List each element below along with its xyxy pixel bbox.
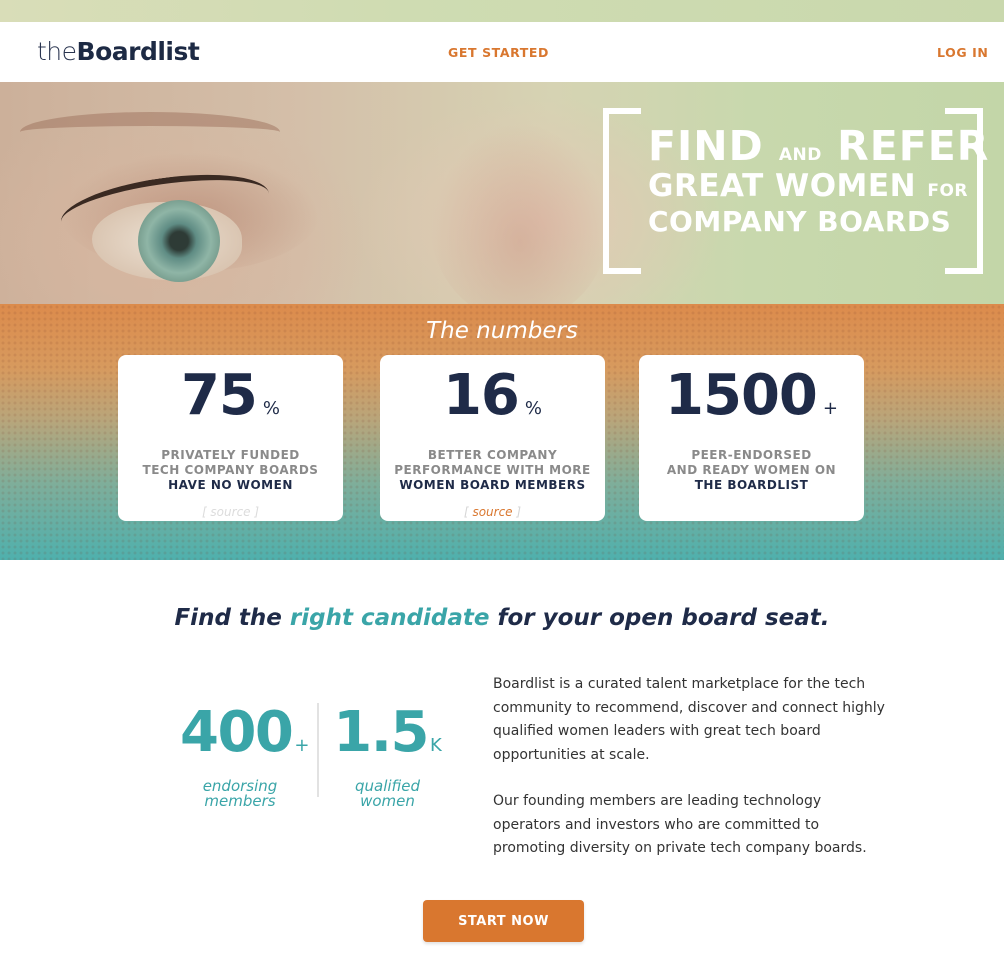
stat-card-line: PEER-ENDORSED: [691, 448, 812, 462]
hero-for: FOR: [927, 181, 968, 201]
source-link-faint[interactable]: [ source ]: [202, 505, 259, 519]
tagline-post: for your open board seat.: [497, 605, 830, 631]
hero-great-women: GREAT WOMEN: [648, 168, 917, 204]
numbers-section: The numbers 75% PRIVATELY FUNDED TECH CO…: [0, 304, 1004, 560]
hero-headline: FIND AND REFER GREAT WOMEN FOR COMPANY B…: [648, 126, 988, 238]
stat-value: 1.5 K: [330, 700, 445, 779]
hero-face-shade: [430, 122, 610, 304]
stat-card-caption: PEER-ENDORSED AND READY WOMEN ON THE BOA…: [639, 448, 864, 493]
source-bracket-close: ]: [516, 505, 522, 519]
stat-card-source: [ source ]: [380, 505, 605, 519]
stat-card-line: PRIVATELY FUNDED: [161, 448, 300, 462]
logo-light-text: the: [37, 37, 77, 66]
hero-bracket-left: [603, 108, 641, 274]
navbar: theBoardlist GET STARTED LOG IN: [0, 22, 1004, 82]
stat-suffix: K: [429, 735, 442, 756]
description: Boardlist is a curated talent marketplac…: [493, 673, 893, 884]
stat-card-number: 75: [180, 363, 258, 428]
stat-qualified-women: 1.5 K qualified women: [330, 700, 445, 809]
hero-find: FIND: [648, 122, 764, 170]
stat-card-suffix: %: [262, 398, 281, 419]
stat-label: women: [360, 792, 415, 810]
description-paragraph-1: Boardlist is a curated talent marketplac…: [493, 676, 885, 763]
stat-card-suffix: +: [822, 398, 838, 419]
tagline: Find the right candidate for your open b…: [0, 605, 1004, 631]
stat-card-line: TECH COMPANY BOARDS: [142, 463, 319, 477]
source-link[interactable]: source: [472, 505, 512, 519]
stat-card-line: BETTER COMPANY: [427, 448, 558, 462]
top-banner-strip: [0, 0, 1004, 22]
stat-card-value: 16%: [380, 363, 605, 442]
stat-card-caption: PRIVATELY FUNDED TECH COMPANY BOARDS HAV…: [118, 448, 343, 493]
start-now-button[interactable]: START NOW: [423, 900, 584, 942]
stat-card-line: AND READY WOMEN ON: [666, 463, 837, 477]
stat-divider: [317, 703, 319, 797]
description-paragraph-2: Our founding members are leading technol…: [493, 793, 867, 856]
source-bracket-open: [: [463, 505, 469, 519]
hero-company-boards: COMPANY BOARDS: [648, 205, 952, 238]
get-started-link[interactable]: GET STARTED: [448, 45, 549, 60]
stat-card-caption: BETTER COMPANY PERFORMANCE WITH MORE WOM…: [380, 448, 605, 493]
stat-card-line-emphasis: HAVE NO WOMEN: [168, 478, 293, 492]
logo-bold-text: Boardlist: [76, 37, 200, 66]
stat-card-1500: 1500 + PEER-ENDORSED AND READY WOMEN ON T…: [639, 355, 864, 521]
stat-value: 400 +: [180, 700, 310, 779]
stat-card-75: 75% PRIVATELY FUNDED TECH COMPANY BOARDS…: [118, 355, 343, 521]
tagline-accent: right candidate: [289, 605, 490, 631]
login-link[interactable]: LOG IN: [937, 45, 988, 60]
logo[interactable]: theBoardlist: [37, 37, 200, 66]
stat-card-line-emphasis: WOMEN BOARD MEMBERS: [399, 478, 586, 492]
stat-number: 400: [180, 700, 294, 765]
stat-card-value: 1500 +: [639, 363, 864, 442]
stat-card-number: 1500: [665, 363, 818, 428]
stat-card-16: 16% BETTER COMPANY PERFORMANCE WITH MORE…: [380, 355, 605, 521]
stat-card-suffix: %: [524, 398, 543, 419]
hero-brow-shape: [20, 112, 280, 152]
stat-endorsing-members: 400 + endorsing members: [180, 700, 310, 810]
stat-card-line: PERFORMANCE WITH MORE: [394, 463, 591, 477]
stat-card-number: 16: [442, 363, 520, 428]
stat-label: members: [204, 792, 276, 810]
hero-and: AND: [778, 145, 822, 165]
stat-card-line-emphasis: THE BOARDLIST: [694, 478, 809, 492]
stat-number: 1.5: [333, 700, 429, 765]
hero-refer: REFER: [837, 122, 990, 170]
stat-card-value: 75%: [118, 363, 343, 442]
stat-card-source[interactable]: [ source ]: [118, 505, 343, 519]
numbers-title: The numbers: [426, 318, 578, 344]
hero-line-1: FIND AND REFER: [648, 126, 988, 167]
stat-suffix: +: [294, 735, 310, 756]
hero-line-2: GREAT WOMEN FOR: [648, 168, 967, 204]
tagline-pre: Find the: [174, 605, 282, 631]
